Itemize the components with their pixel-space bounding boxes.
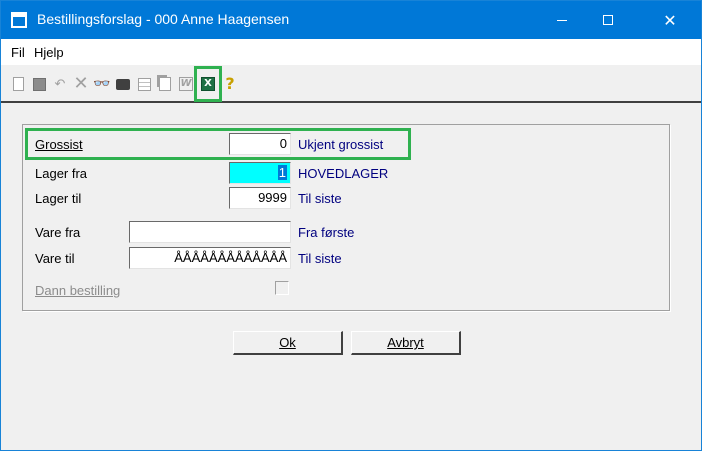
- lager-til-description: Til siste: [298, 191, 342, 206]
- grid-icon[interactable]: [135, 75, 153, 93]
- vare-fra-label: Vare fra: [35, 225, 81, 240]
- vare-fra-field[interactable]: [129, 221, 291, 243]
- vare-til-description: Til siste: [298, 251, 342, 266]
- menu-fil[interactable]: Fil: [11, 45, 25, 60]
- grossist-field[interactable]: 0: [229, 133, 291, 155]
- minimize-icon: [557, 19, 567, 21]
- lager-fra-field[interactable]: 1: [229, 162, 291, 184]
- help-icon[interactable]: ?: [221, 75, 239, 93]
- close-icon: ✕: [663, 10, 677, 30]
- lager-fra-description: HOVEDLAGER: [298, 166, 389, 181]
- menu-hjelp[interactable]: Hjelp: [34, 45, 64, 60]
- new-document-icon[interactable]: [9, 75, 27, 93]
- lager-fra-label: Lager fra: [35, 166, 88, 181]
- find-icon[interactable]: 👓: [93, 75, 111, 93]
- vare-fra-description: Fra første: [298, 225, 355, 240]
- window-title: Bestillingsforslag - 000 Anne Haagensen: [37, 11, 290, 27]
- ok-button[interactable]: Ok: [233, 331, 343, 355]
- vare-til-label: Vare til: [35, 251, 75, 266]
- toolbar: ↶ ✕ 👓 W X ?: [1, 65, 701, 103]
- lager-til-field[interactable]: 9999: [229, 187, 291, 209]
- save-icon[interactable]: [30, 75, 48, 93]
- vare-til-field[interactable]: ÅÅÅÅÅÅÅÅÅÅÅÅÅ: [129, 247, 291, 269]
- maximize-button[interactable]: [585, 1, 631, 39]
- maximize-icon: [603, 15, 613, 25]
- lager-til-label: Lager til: [35, 191, 82, 206]
- undo-icon[interactable]: ↶: [51, 75, 69, 93]
- close-button[interactable]: ✕: [647, 1, 693, 39]
- menu-bar: Fil Hjelp: [1, 39, 701, 65]
- grossist-label: Grossist: [35, 137, 83, 152]
- grossist-description: Ukjent grossist: [298, 137, 384, 152]
- window: Bestillingsforslag - 000 Anne Haagensen …: [0, 0, 702, 451]
- excel-export-icon[interactable]: X: [199, 75, 217, 93]
- delete-icon[interactable]: ✕: [72, 75, 90, 93]
- copy-icon[interactable]: [156, 75, 174, 93]
- word-export-icon[interactable]: W: [177, 75, 195, 93]
- print-icon[interactable]: [114, 75, 132, 93]
- minimize-button[interactable]: [539, 1, 585, 39]
- app-icon: [11, 12, 27, 28]
- lager-fra-value: 1: [277, 165, 287, 180]
- dann-bestilling-label: Dann bestilling: [35, 283, 121, 298]
- title-bar[interactable]: Bestillingsforslag - 000 Anne Haagensen …: [1, 1, 701, 39]
- cancel-button[interactable]: Avbryt: [351, 331, 461, 355]
- dann-bestilling-checkbox[interactable]: [275, 281, 289, 295]
